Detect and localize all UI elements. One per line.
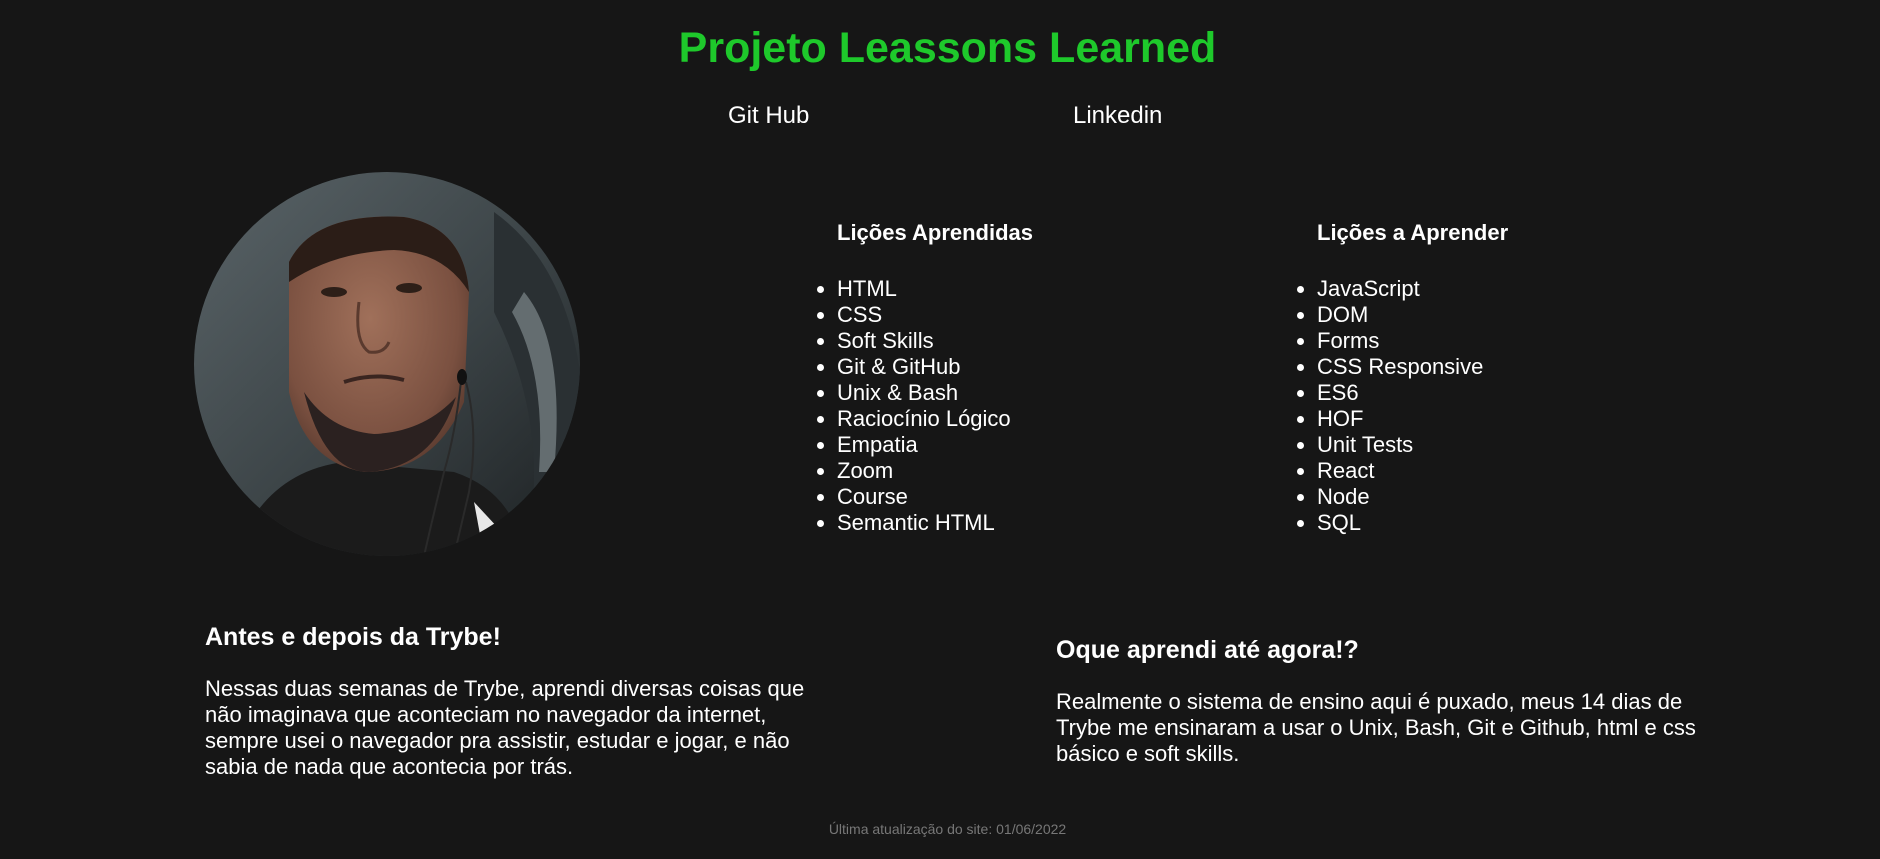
lessons-to-learn-section: Lições a Aprender JavaScript DOM Forms C… bbox=[1296, 218, 1509, 536]
lessons-learned-list: HTML CSS Soft Skills Git & GitHub Unix &… bbox=[816, 276, 1033, 536]
list-item: HOF bbox=[1296, 406, 1508, 432]
list-item: HTML bbox=[816, 276, 1033, 302]
list-item: Empatia bbox=[816, 432, 1033, 458]
list-item: Soft Skills bbox=[816, 328, 1033, 354]
learned-so-far-heading: Oque aprendi até agora!? bbox=[1056, 636, 1359, 664]
lessons-to-learn-list: JavaScript DOM Forms CSS Responsive ES6 … bbox=[1296, 276, 1508, 536]
learned-so-far-text: Realmente o sistema de ensino aqui é pux… bbox=[1056, 689, 1696, 766]
list-item: CSS bbox=[816, 302, 1033, 328]
before-after-heading: Antes e depois da Trybe! bbox=[205, 623, 501, 651]
linkedin-link[interactable]: Linkedin bbox=[1073, 102, 1162, 130]
lessons-to-learn-heading: Lições a Aprender bbox=[1317, 220, 1509, 245]
list-item: Zoom bbox=[816, 458, 1033, 484]
list-item: Forms bbox=[1296, 328, 1508, 354]
list-item: JavaScript bbox=[1296, 276, 1508, 302]
page-title: Projeto Leassons Learned bbox=[678, 24, 1217, 72]
learned-so-far-section: Oque aprendi até agora!? Realmente o sis… bbox=[1056, 634, 1716, 767]
list-item: DOM bbox=[1296, 302, 1508, 328]
list-item: CSS Responsive bbox=[1296, 354, 1508, 380]
before-after-text: Nessas duas semanas de Trybe, aprendi di… bbox=[205, 676, 805, 779]
profile-photo bbox=[194, 172, 580, 556]
list-item: Course bbox=[816, 484, 1033, 510]
before-after-section: Antes e depois da Trybe! Nessas duas sem… bbox=[205, 621, 845, 780]
list-item: Unit Tests bbox=[1296, 432, 1508, 458]
footer-last-update: Última atualização do site: 01/06/2022 bbox=[828, 821, 1067, 837]
list-item: ES6 bbox=[1296, 380, 1508, 406]
list-item: Node bbox=[1296, 484, 1508, 510]
list-item: Unix & Bash bbox=[816, 380, 1033, 406]
page: Projeto Leassons Learned Git Hub Linkedi… bbox=[0, 0, 1880, 859]
lessons-learned-section: Lições Aprendidas HTML CSS Soft Skills G… bbox=[816, 218, 1034, 536]
list-item: React bbox=[1296, 458, 1508, 484]
list-item: Semantic HTML bbox=[816, 510, 1033, 536]
lessons-learned-heading: Lições Aprendidas bbox=[837, 220, 1034, 245]
list-item: SQL bbox=[1296, 510, 1508, 536]
github-link[interactable]: Git Hub bbox=[728, 102, 809, 130]
list-item: Raciocínio Lógico bbox=[816, 406, 1033, 432]
list-item: Git & GitHub bbox=[816, 354, 1033, 380]
